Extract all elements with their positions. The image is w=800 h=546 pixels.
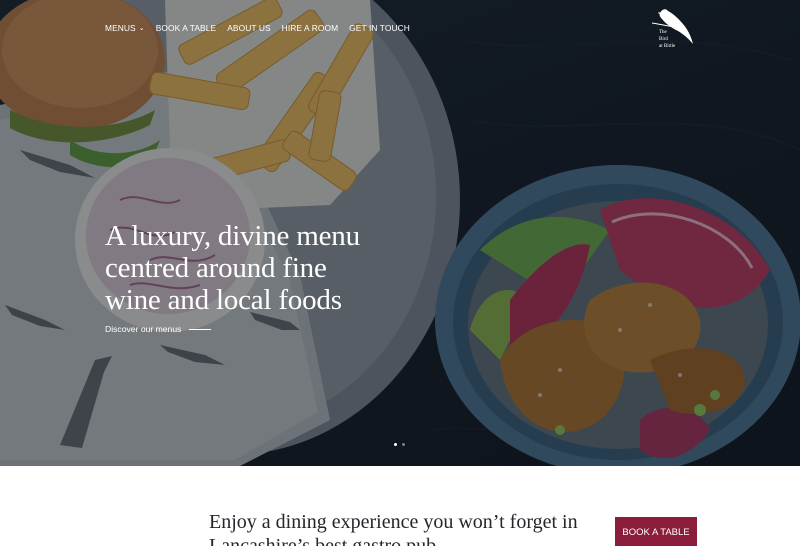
nav-item-label: ABOUT US	[227, 23, 271, 33]
nav-item-about-us[interactable]: ABOUT US	[227, 23, 270, 33]
hero-headline-line: centred around fine	[105, 252, 327, 284]
discover-menus-label: Discover our menus	[105, 324, 182, 334]
nav-item-label: GET IN TOUCH	[349, 23, 410, 33]
hero-headline-line: A luxury, divine menu	[105, 220, 360, 252]
main-nav: MENUS ⌄ BOOK A TABLE ABOUT US HIRE A ROO…	[105, 23, 410, 33]
hero-banner: MENUS ⌄ BOOK A TABLE ABOUT US HIRE A ROO…	[0, 0, 800, 466]
hero-headline: A luxury, divine menu centred around fin…	[105, 220, 405, 316]
intro-tagline: Enjoy a dining experience you won’t forg…	[209, 511, 578, 546]
nav-item-hire-a-room[interactable]: HIRE A ROOM	[282, 23, 338, 33]
chevron-down-icon: ⌄	[138, 25, 145, 32]
nav-item-menus[interactable]: MENUS ⌄	[105, 23, 145, 33]
slider-dot-1[interactable]	[394, 443, 397, 446]
page: MENUS ⌄ BOOK A TABLE ABOUT US HIRE A ROO…	[0, 0, 800, 546]
nav-item-label: MENUS	[105, 23, 136, 33]
nav-item-label: HIRE A ROOM	[281, 23, 339, 33]
nav-item-get-in-touch[interactable]: GET IN TOUCH	[349, 23, 410, 33]
site-logo[interactable]: The Bird at Birtle	[646, 4, 698, 54]
hero-headline-line: wine and local foods	[105, 284, 342, 316]
slider-pagination	[394, 443, 405, 446]
nav-item-book-a-table[interactable]: BOOK A TABLE	[156, 23, 216, 33]
logo-text-line: at Birtle	[659, 44, 676, 49]
slider-dot-2[interactable]	[402, 443, 405, 446]
logo-text-line: The	[659, 30, 668, 35]
discover-menus-link[interactable]: Discover our menus	[105, 324, 212, 334]
nav-item-label: BOOK A TABLE	[155, 23, 217, 33]
book-a-table-button[interactable]: BOOK A TABLE	[615, 517, 697, 546]
logo-text-line: Bird	[659, 37, 668, 42]
link-underline-decoration	[189, 328, 212, 330]
